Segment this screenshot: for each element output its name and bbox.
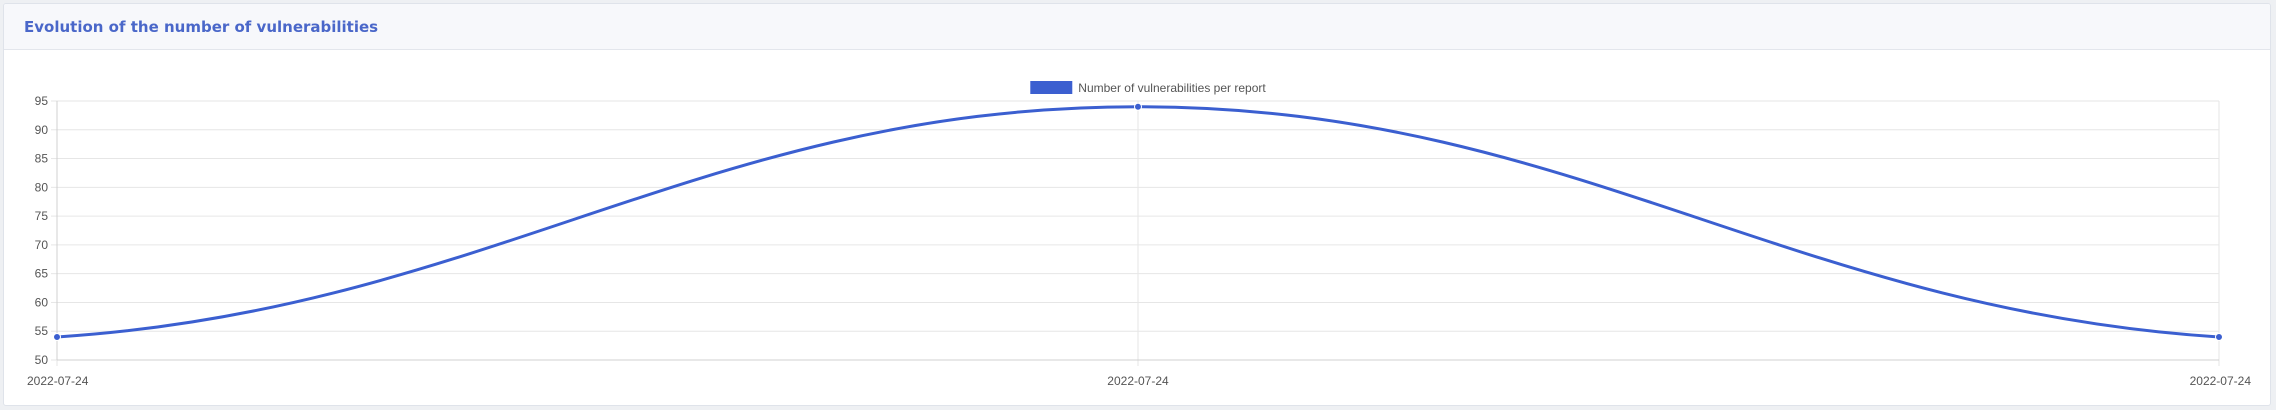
x-tick-label: 2022-07-24 (1107, 374, 1169, 388)
legend-label: Number of vulnerabilities per report (1078, 81, 1266, 95)
data-point[interactable] (1134, 102, 1142, 111)
data-point[interactable] (53, 332, 61, 341)
data-point[interactable] (2215, 332, 2223, 341)
x-tick-label: 2022-07-24 (2190, 374, 2252, 388)
y-tick-label: 80 (35, 180, 49, 194)
y-tick-label: 75 (35, 209, 49, 223)
y-tick-label: 90 (35, 123, 49, 137)
y-tick-label: 55 (35, 324, 49, 338)
vulnerabilities-line-chart: 95 90 85 80 75 70 65 60 55 50 2022-07-24 2022-07-24… (27, 81, 2252, 388)
y-tick-label: 60 (35, 295, 49, 309)
y-tick-label: 65 (35, 267, 49, 281)
y-tick-label: 70 (35, 238, 49, 252)
vulnerabilities-chart-card: Evolution of the number of vulnerabiliti… (3, 3, 2271, 406)
x-tick-label: 2022-07-24 (27, 374, 89, 388)
y-tick-label: 95 (35, 94, 49, 108)
legend-swatch[interactable] (1030, 81, 1073, 94)
y-tick-label: 50 (35, 353, 49, 367)
y-tick-label: 85 (35, 152, 49, 166)
